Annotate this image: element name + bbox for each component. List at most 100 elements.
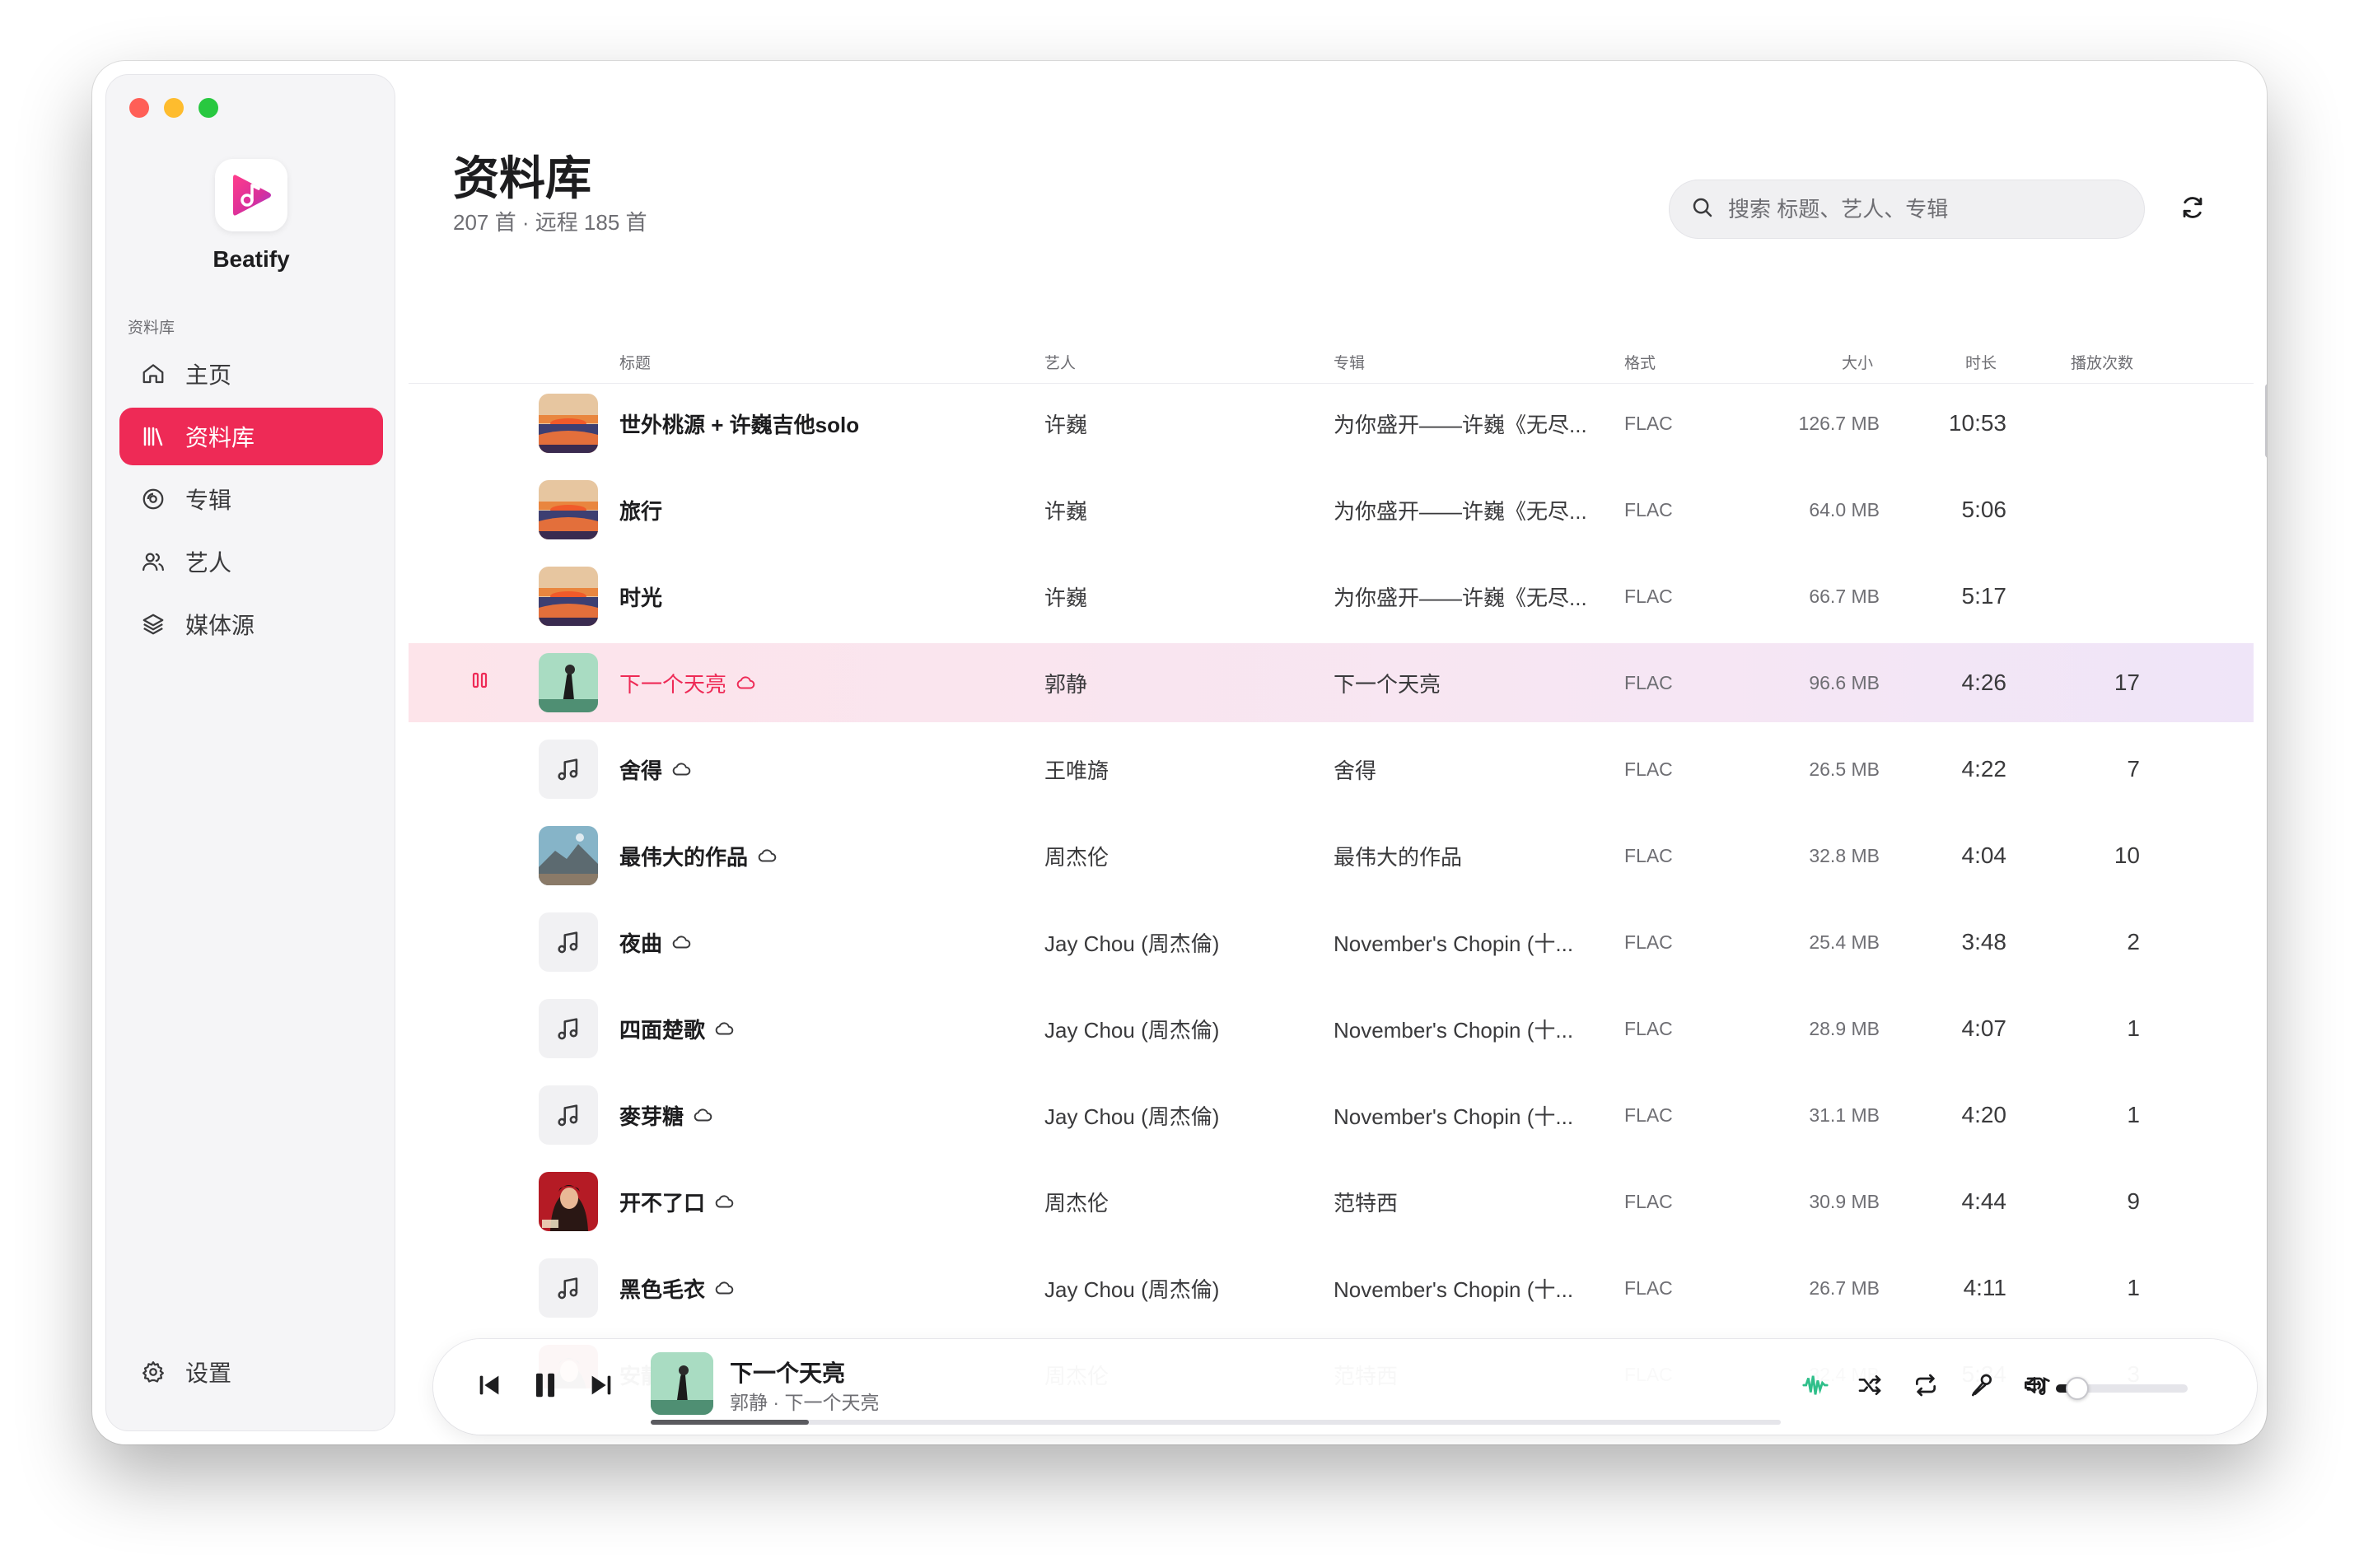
volume-knob[interactable] <box>2065 1377 2089 1400</box>
repeat-button[interactable] <box>1903 1364 1949 1410</box>
column-header-album[interactable]: 专辑 <box>1334 351 1365 373</box>
search-box[interactable] <box>1669 180 2145 239</box>
track-artist[interactable]: 郭静 <box>1044 643 1324 722</box>
track-artist[interactable]: 许巍 <box>1044 384 1324 463</box>
track-album[interactable]: 为你盛开——许巍《无尽... <box>1334 470 1605 549</box>
table-row[interactable]: 旅行 许巍 为你盛开——许巍《无尽... FLAC 64.0 MB 5:06 <box>409 470 2254 549</box>
track-album[interactable]: 范特西 <box>1334 1162 1605 1241</box>
refresh-button[interactable] <box>2174 191 2211 227</box>
track-artist[interactable]: 周杰伦 <box>1044 816 1324 895</box>
microphone-icon <box>1969 1372 1995 1402</box>
search-input[interactable] <box>1728 196 2123 222</box>
track-play-count: 10 <box>2114 842 2140 868</box>
track-artist[interactable]: 王唯旖 <box>1044 730 1324 809</box>
track-artist[interactable]: 周杰伦 <box>1044 1162 1324 1241</box>
track-play-count: 1 <box>2127 1015 2140 1041</box>
cloud-icon <box>692 1104 713 1126</box>
track-play-count: 17 <box>2114 670 2140 695</box>
now-playing-cover[interactable] <box>651 1352 713 1415</box>
track-album[interactable]: November's Chopin (十... <box>1334 1076 1605 1155</box>
lyrics-button[interactable] <box>1959 1364 2005 1410</box>
next-button[interactable] <box>578 1364 624 1410</box>
row-title: 下一个天亮 <box>619 643 1031 722</box>
track-album[interactable]: 为你盛开——许巍《无尽... <box>1334 557 1605 636</box>
sidebar-nav: 主页 资料库 专辑 艺人 媒体源 <box>119 345 383 658</box>
track-size: 96.6 MB <box>1809 671 1880 693</box>
row-title: 黑色毛衣 <box>619 1248 1031 1328</box>
table-row[interactable]: 时光 许巍 为你盛开——许巍《无尽... FLAC 66.7 MB 5:17 <box>409 557 2254 636</box>
row-status <box>471 1248 504 1328</box>
track-play-count: 7 <box>2127 756 2140 782</box>
track-artist[interactable]: 许巍 <box>1044 470 1324 549</box>
table-row[interactable]: 四面楚歌 Jay Chou (周杰倫) November's Chopin (十..… <box>409 989 2254 1068</box>
table-row[interactable]: 夜曲 Jay Chou (周杰倫) November's Chopin (十... F… <box>409 903 2254 982</box>
track-album[interactable]: November's Chopin (十... <box>1334 903 1605 982</box>
track-artist[interactable]: Jay Chou (周杰倫) <box>1044 903 1324 982</box>
track-play-count: 9 <box>2127 1188 2140 1214</box>
waveform-button[interactable] <box>1792 1364 1838 1410</box>
track-artist[interactable]: Jay Chou (周杰倫) <box>1044 1076 1324 1155</box>
sidebar-item-library[interactable]: 资料库 <box>119 408 383 465</box>
column-header-plays[interactable]: 播放次数 <box>2071 351 2133 373</box>
table-row[interactable]: 下一个天亮 郭静 下一个天亮 FLAC 96.6 MB 4:26 17 <box>409 643 2254 722</box>
table-header: 标题 艺人 专辑 格式 大小 时长 播放次数 <box>409 338 2254 384</box>
sidebar-item-home[interactable]: 主页 <box>119 345 383 403</box>
row-status <box>471 1162 504 1241</box>
track-size: 28.9 MB <box>1809 1017 1880 1039</box>
row-cover <box>539 557 598 636</box>
minimize-window-button[interactable] <box>164 98 184 118</box>
sidebar-item-sources[interactable]: 媒体源 <box>119 595 383 653</box>
table-row[interactable]: 麥芽糖 Jay Chou (周杰倫) November's Chopin (十...… <box>409 1076 2254 1155</box>
column-header-size[interactable]: 大小 <box>1842 351 1873 373</box>
track-artist[interactable]: 许巍 <box>1044 557 1324 636</box>
track-artist[interactable]: Jay Chou (周杰倫) <box>1044 989 1324 1068</box>
pause-button[interactable] <box>522 1364 568 1410</box>
track-format: FLAC <box>1624 1104 1673 1126</box>
volume-slider[interactable] <box>2056 1377 2188 1400</box>
track-album[interactable]: November's Chopin (十... <box>1334 1248 1605 1328</box>
track-album[interactable]: November's Chopin (十... <box>1334 989 1605 1068</box>
table-row[interactable]: 黑色毛衣 Jay Chou (周杰倫) November's Chopin (十..… <box>409 1248 2254 1328</box>
scrollbar[interactable] <box>2265 384 2267 458</box>
track-album[interactable]: 下一个天亮 <box>1334 643 1605 722</box>
previous-button[interactable] <box>466 1364 512 1410</box>
sidebar-item-settings[interactable]: 设置 <box>119 1343 383 1401</box>
zoom-window-button[interactable] <box>199 98 218 118</box>
track-duration: 10:53 <box>1948 410 2006 436</box>
column-header-title[interactable]: 标题 <box>619 351 651 373</box>
table-row[interactable]: 最伟大的作品 周杰伦 最伟大的作品 FLAC 32.8 MB 4:04 10 <box>409 816 2254 895</box>
table-row[interactable]: 舍得 王唯旖 舍得 FLAC 26.5 MB 4:22 7 <box>409 730 2254 809</box>
table-row[interactable]: 世外桃源 + 许巍吉他solo 许巍 为你盛开——许巍《无尽... FLAC 126.7… <box>409 384 2254 463</box>
track-play-count <box>2020 557 2140 636</box>
home-icon <box>139 360 167 388</box>
cloud-icon <box>756 845 778 866</box>
music-note-icon <box>539 1085 598 1145</box>
track-artist[interactable]: Jay Chou (周杰倫) <box>1044 1248 1324 1328</box>
track-album[interactable]: 为你盛开——许巍《无尽... <box>1334 384 1605 463</box>
next-icon <box>587 1371 615 1403</box>
album-cover <box>539 394 598 453</box>
column-header-format[interactable]: 格式 <box>1624 351 1656 373</box>
table-row[interactable]: 开不了口 周杰伦 范特西 FLAC 30.9 MB 4:44 9 <box>409 1162 2254 1241</box>
sidebar-item-albums[interactable]: 专辑 <box>119 470 383 528</box>
track-title: 旅行 <box>619 498 663 524</box>
column-header-artist[interactable]: 艺人 <box>1044 351 1076 373</box>
page-title: 资料库 <box>453 152 591 204</box>
track-size: 30.9 MB <box>1809 1190 1880 1212</box>
progress-bar[interactable] <box>651 1420 1781 1425</box>
track-duration: 4:44 <box>1961 1188 2007 1214</box>
volume-button[interactable] <box>2011 1364 2058 1410</box>
track-format: FLAC <box>1624 758 1673 780</box>
music-note-icon <box>539 999 598 1058</box>
track-duration: 3:48 <box>1961 929 2007 954</box>
track-play-count: 1 <box>2127 1102 2140 1127</box>
row-status <box>471 816 504 895</box>
close-window-button[interactable] <box>129 98 149 118</box>
column-header-duration[interactable]: 时长 <box>1965 351 1997 373</box>
track-title: 最伟大的作品 <box>619 844 749 870</box>
track-album[interactable]: 舍得 <box>1334 730 1605 809</box>
gear-icon <box>139 1358 167 1386</box>
sidebar-item-artists[interactable]: 艺人 <box>119 533 383 590</box>
track-album[interactable]: 最伟大的作品 <box>1334 816 1605 895</box>
shuffle-button[interactable] <box>1847 1364 1893 1410</box>
